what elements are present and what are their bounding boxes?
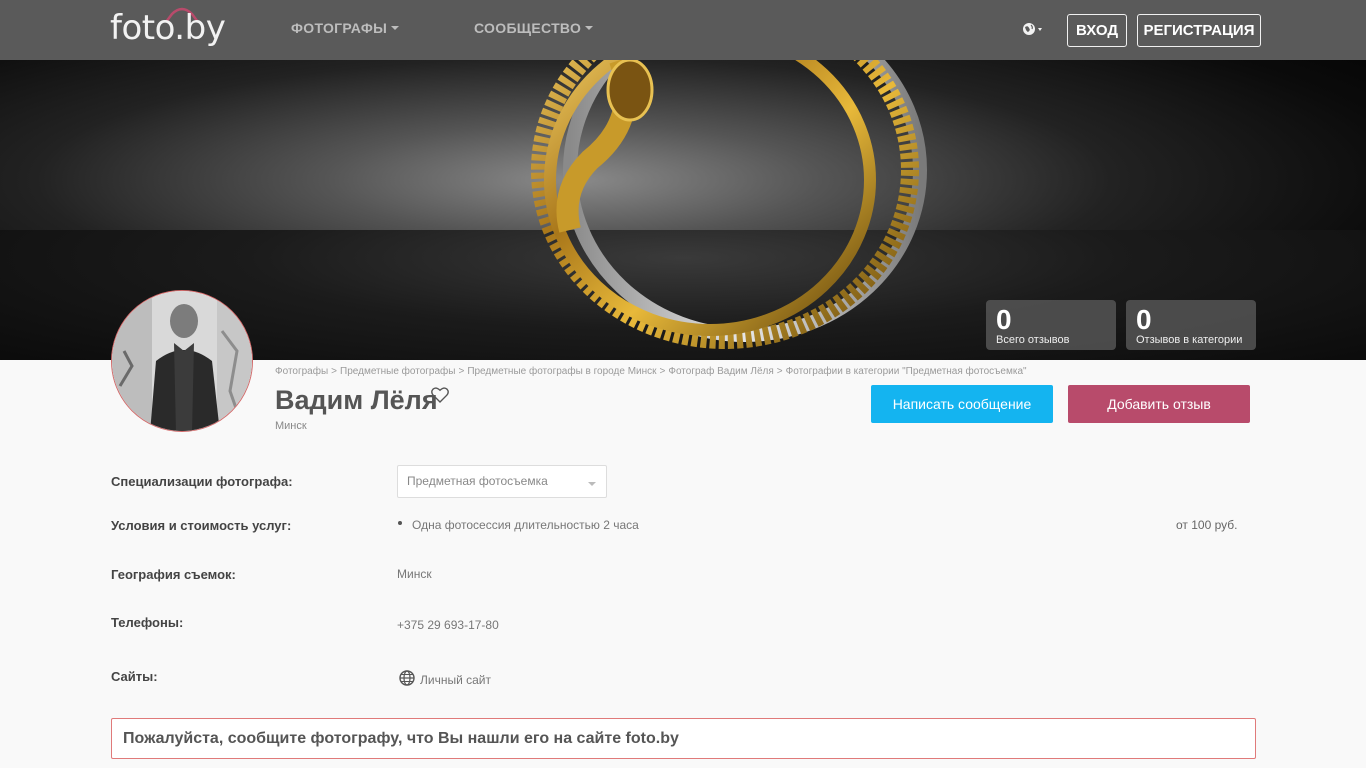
- chevron-down-icon: [391, 26, 400, 31]
- nav-community[interactable]: СООБЩЕСТВО: [474, 20, 594, 36]
- total-reviews-label: Всего отзывов: [996, 334, 1070, 346]
- site-logo-text: foto.by: [110, 8, 226, 48]
- globe-icon: [1023, 23, 1042, 35]
- chevron-down-icon: [588, 482, 596, 486]
- notice-text: Пожалуйста, сообщите фотографу, что Вы н…: [123, 730, 679, 747]
- service-price: от 100 руб.: [1176, 518, 1238, 532]
- avatar-photo: [112, 291, 252, 431]
- nav-photographers[interactable]: ФОТОГРАФЫ: [291, 20, 400, 36]
- specialization-selected-value: Предметная фотосъемка: [407, 474, 548, 488]
- notice-box: Пожалуйста, сообщите фотографу, что Вы н…: [111, 718, 1256, 759]
- specialization-select[interactable]: Предметная фотосъемка: [397, 465, 607, 498]
- login-button[interactable]: ВХОД: [1067, 14, 1127, 47]
- add-review-button[interactable]: Добавить отзыв: [1068, 385, 1250, 423]
- breadcrumb-city[interactable]: Предметные фотографы в городе Минск: [467, 366, 656, 377]
- register-button[interactable]: РЕГИСТРАЦИЯ: [1137, 14, 1261, 47]
- chevron-down-icon: [585, 26, 594, 31]
- nav-community-label: СООБЩЕСТВО: [474, 20, 582, 36]
- category-reviews-stat: 0 Отзывов в категории: [1126, 300, 1256, 350]
- breadcrumb-photographers[interactable]: Фотографы: [275, 366, 328, 377]
- breadcrumb-photographer[interactable]: Фотограф Вадим Лёля: [668, 366, 773, 377]
- geography-value: Минск: [397, 567, 432, 581]
- personal-site-link[interactable]: Личный сайт: [420, 673, 491, 687]
- phone-value[interactable]: +375 29 693-17-80: [397, 618, 499, 632]
- list-bullet: [398, 521, 402, 525]
- specializations-label: Специализации фотографа:: [111, 474, 293, 489]
- breadcrumb-object-photographers[interactable]: Предметные фотографы: [340, 366, 455, 377]
- heart-icon[interactable]: [431, 387, 449, 403]
- top-navigation-bar: foto.by ФОТОГРАФЫ СООБЩЕСТВО ВХОД РЕГИСТ…: [0, 0, 1366, 60]
- category-reviews-label: Отзывов в категории: [1136, 334, 1243, 346]
- photographer-city: Минск: [275, 420, 307, 432]
- total-reviews-stat: 0 Всего отзывов: [986, 300, 1116, 350]
- send-message-button[interactable]: Написать сообщение: [871, 385, 1053, 423]
- category-reviews-count: 0: [1136, 304, 1152, 335]
- photographer-name: Вадим Лёля: [275, 385, 438, 415]
- services-label: Условия и стоимость услуг:: [111, 518, 292, 533]
- total-reviews-count: 0: [996, 304, 1012, 335]
- language-selector[interactable]: [1020, 20, 1048, 40]
- service-item: Одна фотосессия длительностью 2 часа: [412, 518, 639, 532]
- breadcrumb-category[interactable]: Фотографии в категории "Предметная фотос…: [786, 366, 1027, 377]
- nav-photographers-label: ФОТОГРАФЫ: [291, 20, 388, 36]
- site-logo[interactable]: foto.by: [110, 4, 242, 48]
- sites-label: Сайты:: [111, 669, 158, 684]
- geography-label: География съемок:: [111, 567, 236, 582]
- breadcrumb: Фотографы > Предметные фотографы > Предметны…: [275, 366, 1027, 377]
- photographer-avatar: [111, 290, 253, 432]
- ring-photo: [531, 60, 927, 349]
- phones-label: Телефоны:: [111, 615, 184, 630]
- globe-icon: [399, 670, 415, 686]
